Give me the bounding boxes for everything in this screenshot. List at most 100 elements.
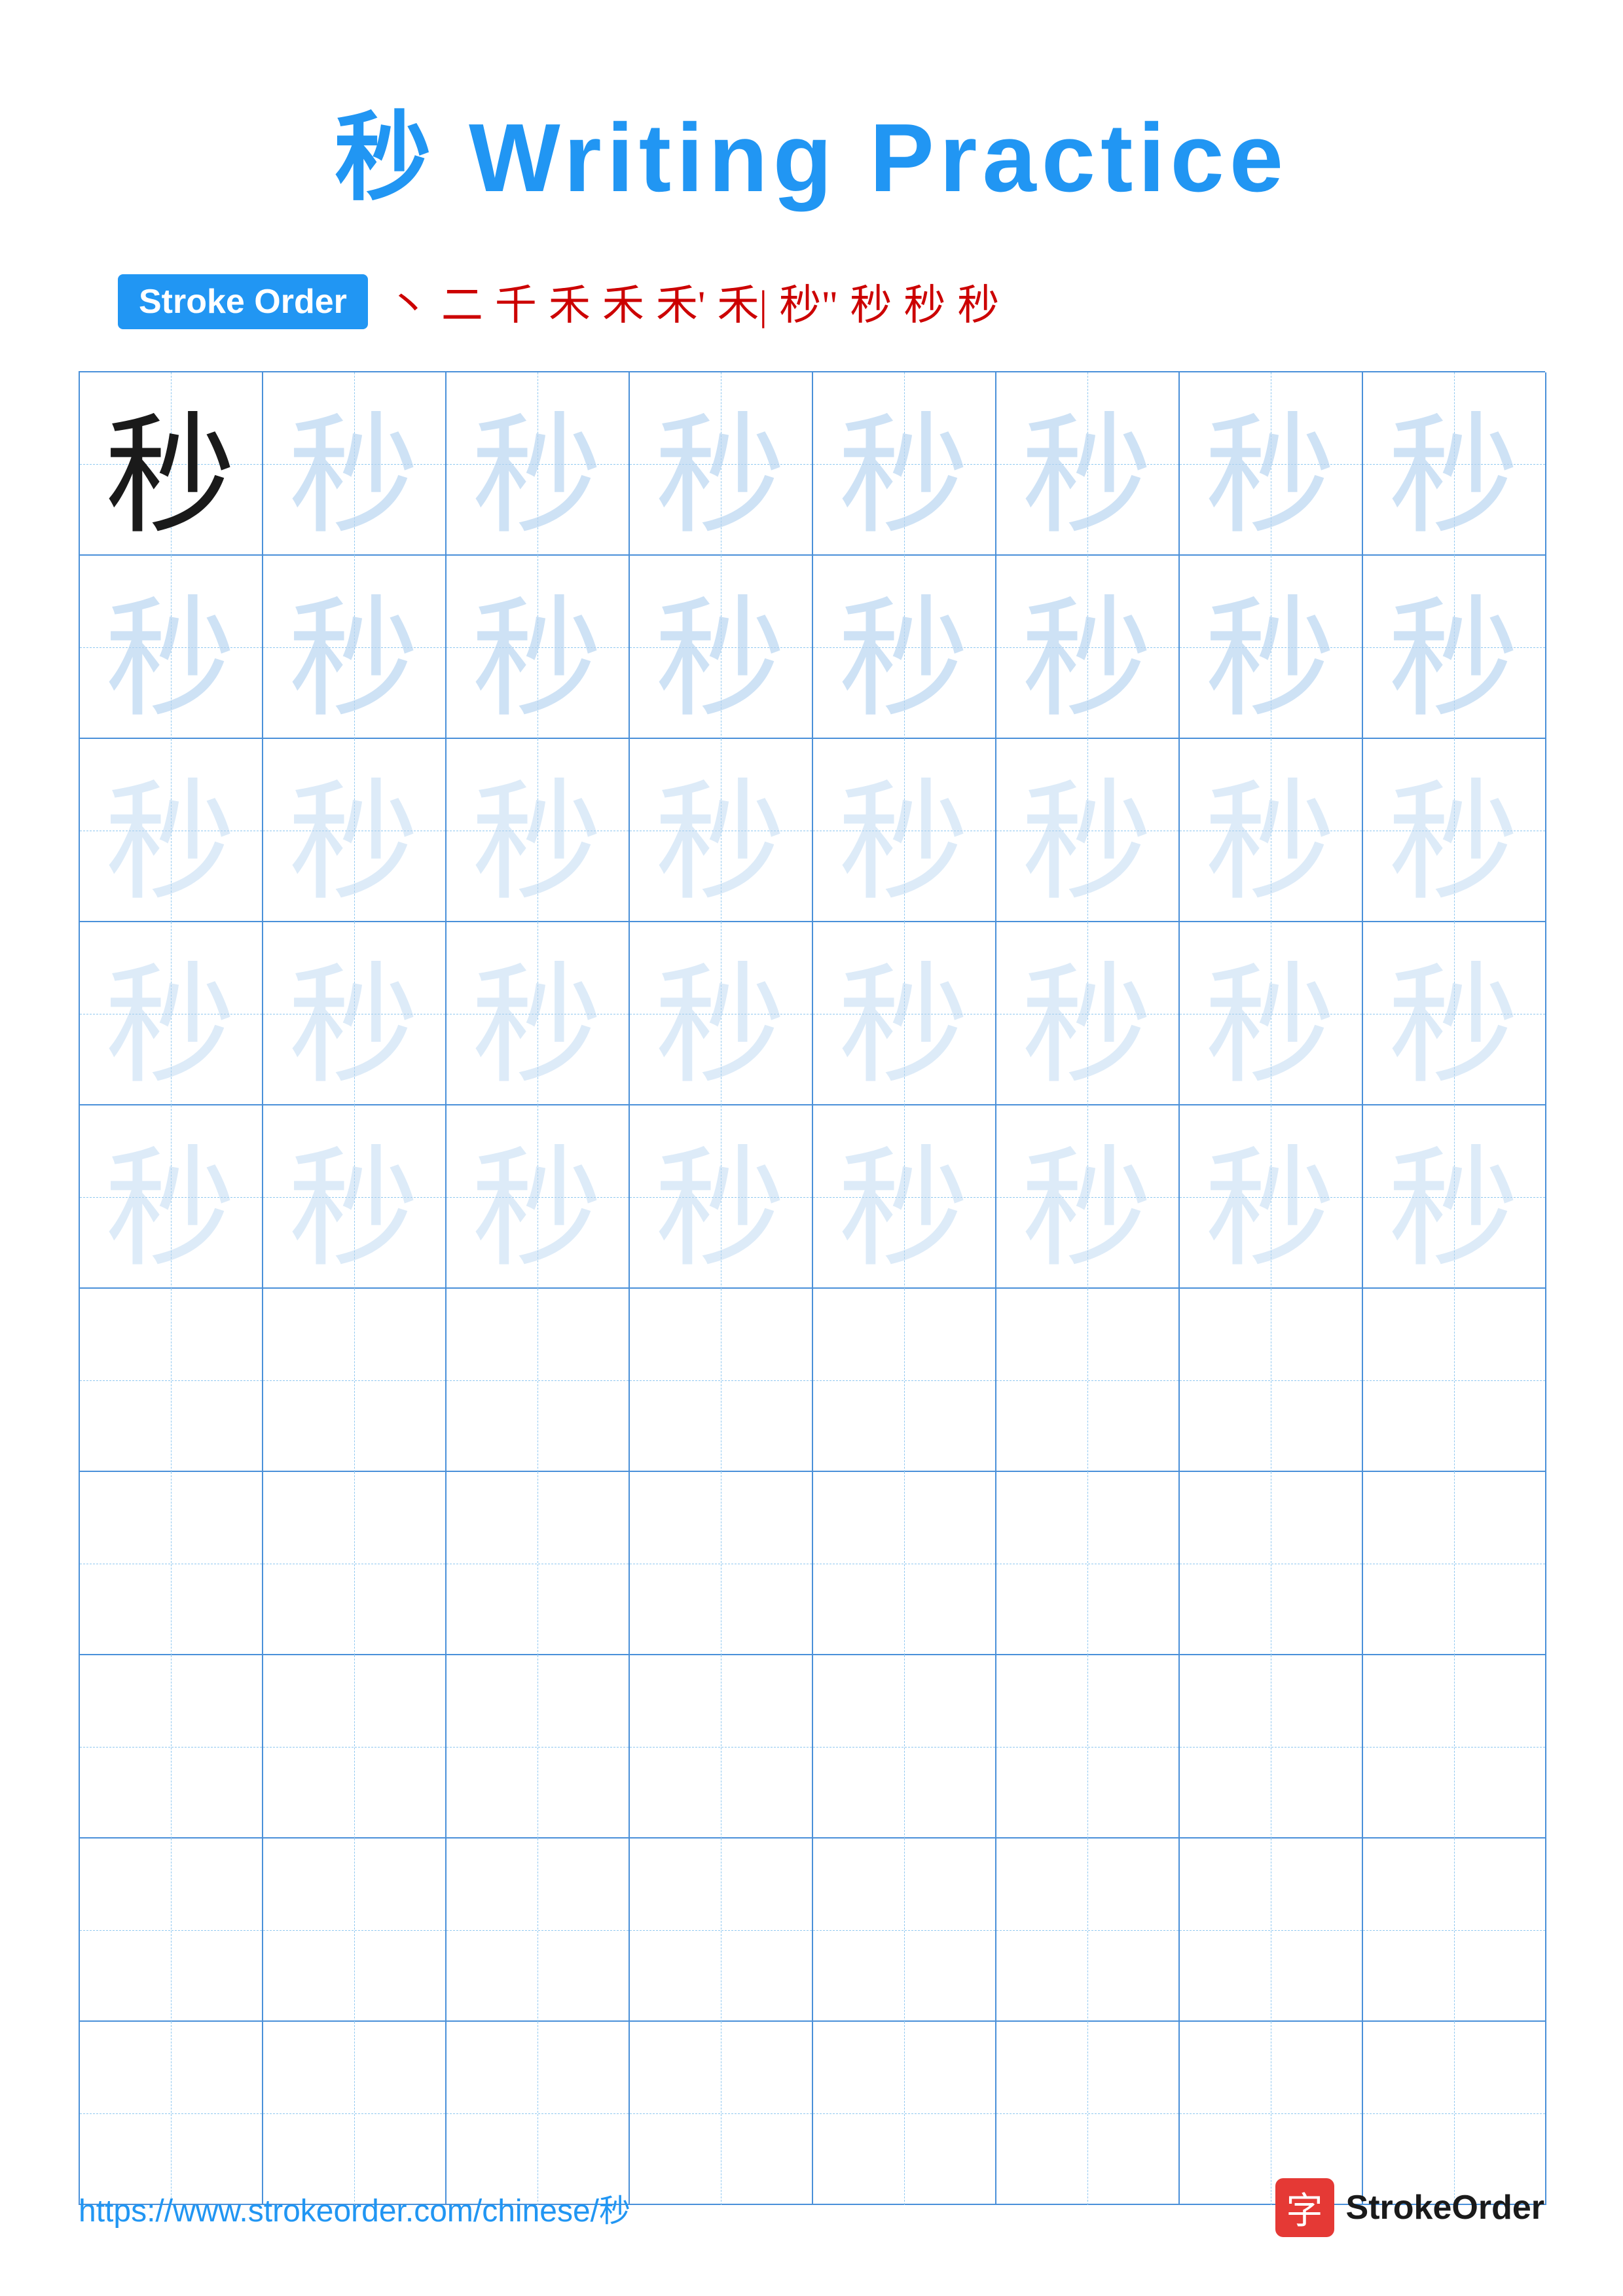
char-guide: 秒 [1388, 556, 1519, 739]
stroke-order-badge: Stroke Order [118, 274, 368, 329]
grid-cell-9-1[interactable] [80, 1839, 263, 2022]
grid-cell-1-8[interactable]: 秒 [1363, 372, 1546, 556]
grid-cell-10-3[interactable] [447, 2022, 630, 2205]
grid-cell-1-1[interactable]: 秒 [80, 372, 263, 556]
char-main: 秒 [105, 372, 236, 556]
grid-cell-6-1[interactable] [80, 1289, 263, 1472]
grid-cell-2-7[interactable]: 秒 [1180, 556, 1363, 739]
grid-cell-5-1[interactable]: 秒 [80, 1105, 263, 1289]
grid-cell-5-3[interactable]: 秒 [447, 1105, 630, 1289]
grid-cell-7-1[interactable] [80, 1472, 263, 1655]
grid-cell-6-7[interactable] [1180, 1289, 1363, 1472]
char-faint: 秒 [1388, 739, 1519, 922]
grid-cell-4-7[interactable]: 秒 [1180, 922, 1363, 1105]
grid-cell-8-8[interactable] [1363, 1655, 1546, 1839]
char-guide: 秒 [838, 372, 969, 556]
grid-row-2: 秒 秒 秒 秒 秒 秒 秒 秒 [80, 556, 1545, 739]
grid-cell-4-5[interactable]: 秒 [813, 922, 996, 1105]
grid-cell-6-4[interactable] [630, 1289, 813, 1472]
char-faint: 秒 [288, 922, 419, 1105]
grid-cell-4-4[interactable]: 秒 [630, 922, 813, 1105]
grid-cell-7-4[interactable] [630, 1472, 813, 1655]
grid-cell-2-2[interactable]: 秒 [263, 556, 447, 739]
grid-cell-2-8[interactable]: 秒 [1363, 556, 1546, 739]
grid-cell-1-7[interactable]: 秒 [1180, 372, 1363, 556]
grid-cell-3-3[interactable]: 秒 [447, 739, 630, 922]
grid-cell-4-3[interactable]: 秒 [447, 922, 630, 1105]
grid-cell-10-1[interactable] [80, 2022, 263, 2205]
grid-cell-4-1[interactable]: 秒 [80, 922, 263, 1105]
footer-url[interactable]: https://www.strokeorder.com/chinese/秒 [79, 2185, 630, 2231]
grid-cell-1-6[interactable]: 秒 [996, 372, 1180, 556]
grid-cell-3-4[interactable]: 秒 [630, 739, 813, 922]
grid-cell-9-4[interactable] [630, 1839, 813, 2022]
grid-cell-10-2[interactable] [263, 2022, 447, 2205]
grid-cell-6-6[interactable] [996, 1289, 1180, 1472]
grid-cell-3-6[interactable]: 秒 [996, 739, 1180, 922]
char-faint: 秒 [288, 739, 419, 922]
stroke-char-11: 秒 [957, 272, 999, 332]
grid-cell-10-5[interactable] [813, 2022, 996, 2205]
char-faint: 秒 [471, 922, 602, 1105]
grid-cell-9-7[interactable] [1180, 1839, 1363, 2022]
grid-cell-6-2[interactable] [263, 1289, 447, 1472]
grid-cell-3-8[interactable]: 秒 [1363, 739, 1546, 922]
grid-cell-2-1[interactable]: 秒 [80, 556, 263, 739]
grid-cell-4-6[interactable]: 秒 [996, 922, 1180, 1105]
grid-cell-3-7[interactable]: 秒 [1180, 739, 1363, 922]
grid-cell-5-7[interactable]: 秒 [1180, 1105, 1363, 1289]
grid-cell-5-2[interactable]: 秒 [263, 1105, 447, 1289]
grid-cell-5-5[interactable]: 秒 [813, 1105, 996, 1289]
grid-cell-7-8[interactable] [1363, 1472, 1546, 1655]
char-faint: 秒 [105, 739, 236, 922]
grid-cell-6-5[interactable] [813, 1289, 996, 1472]
char-faint: 秒 [1205, 739, 1336, 922]
grid-cell-3-2[interactable]: 秒 [263, 739, 447, 922]
grid-cell-2-5[interactable]: 秒 [813, 556, 996, 739]
grid-cell-6-8[interactable] [1363, 1289, 1546, 1472]
grid-cell-9-2[interactable] [263, 1839, 447, 2022]
grid-cell-3-5[interactable]: 秒 [813, 739, 996, 922]
char-faint: 秒 [1205, 922, 1336, 1105]
grid-cell-9-3[interactable] [447, 1839, 630, 2022]
grid-cell-8-4[interactable] [630, 1655, 813, 1839]
grid-cell-9-8[interactable] [1363, 1839, 1546, 2022]
char-guide: 秒 [288, 556, 419, 739]
grid-cell-8-5[interactable] [813, 1655, 996, 1839]
grid-cell-7-6[interactable] [996, 1472, 1180, 1655]
grid-cell-4-8[interactable]: 秒 [1363, 922, 1546, 1105]
grid-cell-7-5[interactable] [813, 1472, 996, 1655]
grid-cell-2-3[interactable]: 秒 [447, 556, 630, 739]
grid-cell-1-5[interactable]: 秒 [813, 372, 996, 556]
grid-cell-9-5[interactable] [813, 1839, 996, 2022]
grid-cell-3-1[interactable]: 秒 [80, 739, 263, 922]
grid-cell-7-2[interactable] [263, 1472, 447, 1655]
grid-cell-1-3[interactable]: 秒 [447, 372, 630, 556]
grid-cell-10-4[interactable] [630, 2022, 813, 2205]
grid-cell-8-2[interactable] [263, 1655, 447, 1839]
grid-cell-8-6[interactable] [996, 1655, 1180, 1839]
page: 秒 Writing Practice Stroke Order 丶 二 千 禾 … [0, 0, 1623, 2296]
grid-cell-1-2[interactable]: 秒 [263, 372, 447, 556]
grid-cell-1-4[interactable]: 秒 [630, 372, 813, 556]
grid-cell-4-2[interactable]: 秒 [263, 922, 447, 1105]
grid-cell-8-1[interactable] [80, 1655, 263, 1839]
grid-cell-7-7[interactable] [1180, 1472, 1363, 1655]
grid-cell-5-8[interactable]: 秒 [1363, 1105, 1546, 1289]
grid-cell-10-8[interactable] [1363, 2022, 1546, 2205]
grid-cell-8-3[interactable] [447, 1655, 630, 1839]
grid-cell-2-6[interactable]: 秒 [996, 556, 1180, 739]
grid-cell-8-7[interactable] [1180, 1655, 1363, 1839]
grid-cell-7-3[interactable] [447, 1472, 630, 1655]
grid-cell-9-6[interactable] [996, 1839, 1180, 2022]
grid-cell-6-3[interactable] [447, 1289, 630, 1472]
grid-cell-10-6[interactable] [996, 2022, 1180, 2205]
char-faint: 秒 [1388, 922, 1519, 1105]
grid-cell-5-6[interactable]: 秒 [996, 1105, 1180, 1289]
grid-cell-10-7[interactable] [1180, 2022, 1363, 2205]
grid-cell-5-4[interactable]: 秒 [630, 1105, 813, 1289]
grid-cell-2-4[interactable]: 秒 [630, 556, 813, 739]
grid-row-5: 秒 秒 秒 秒 秒 秒 秒 秒 [80, 1105, 1545, 1289]
char-guide: 秒 [288, 372, 419, 556]
char-faint: 秒 [1205, 1105, 1336, 1289]
